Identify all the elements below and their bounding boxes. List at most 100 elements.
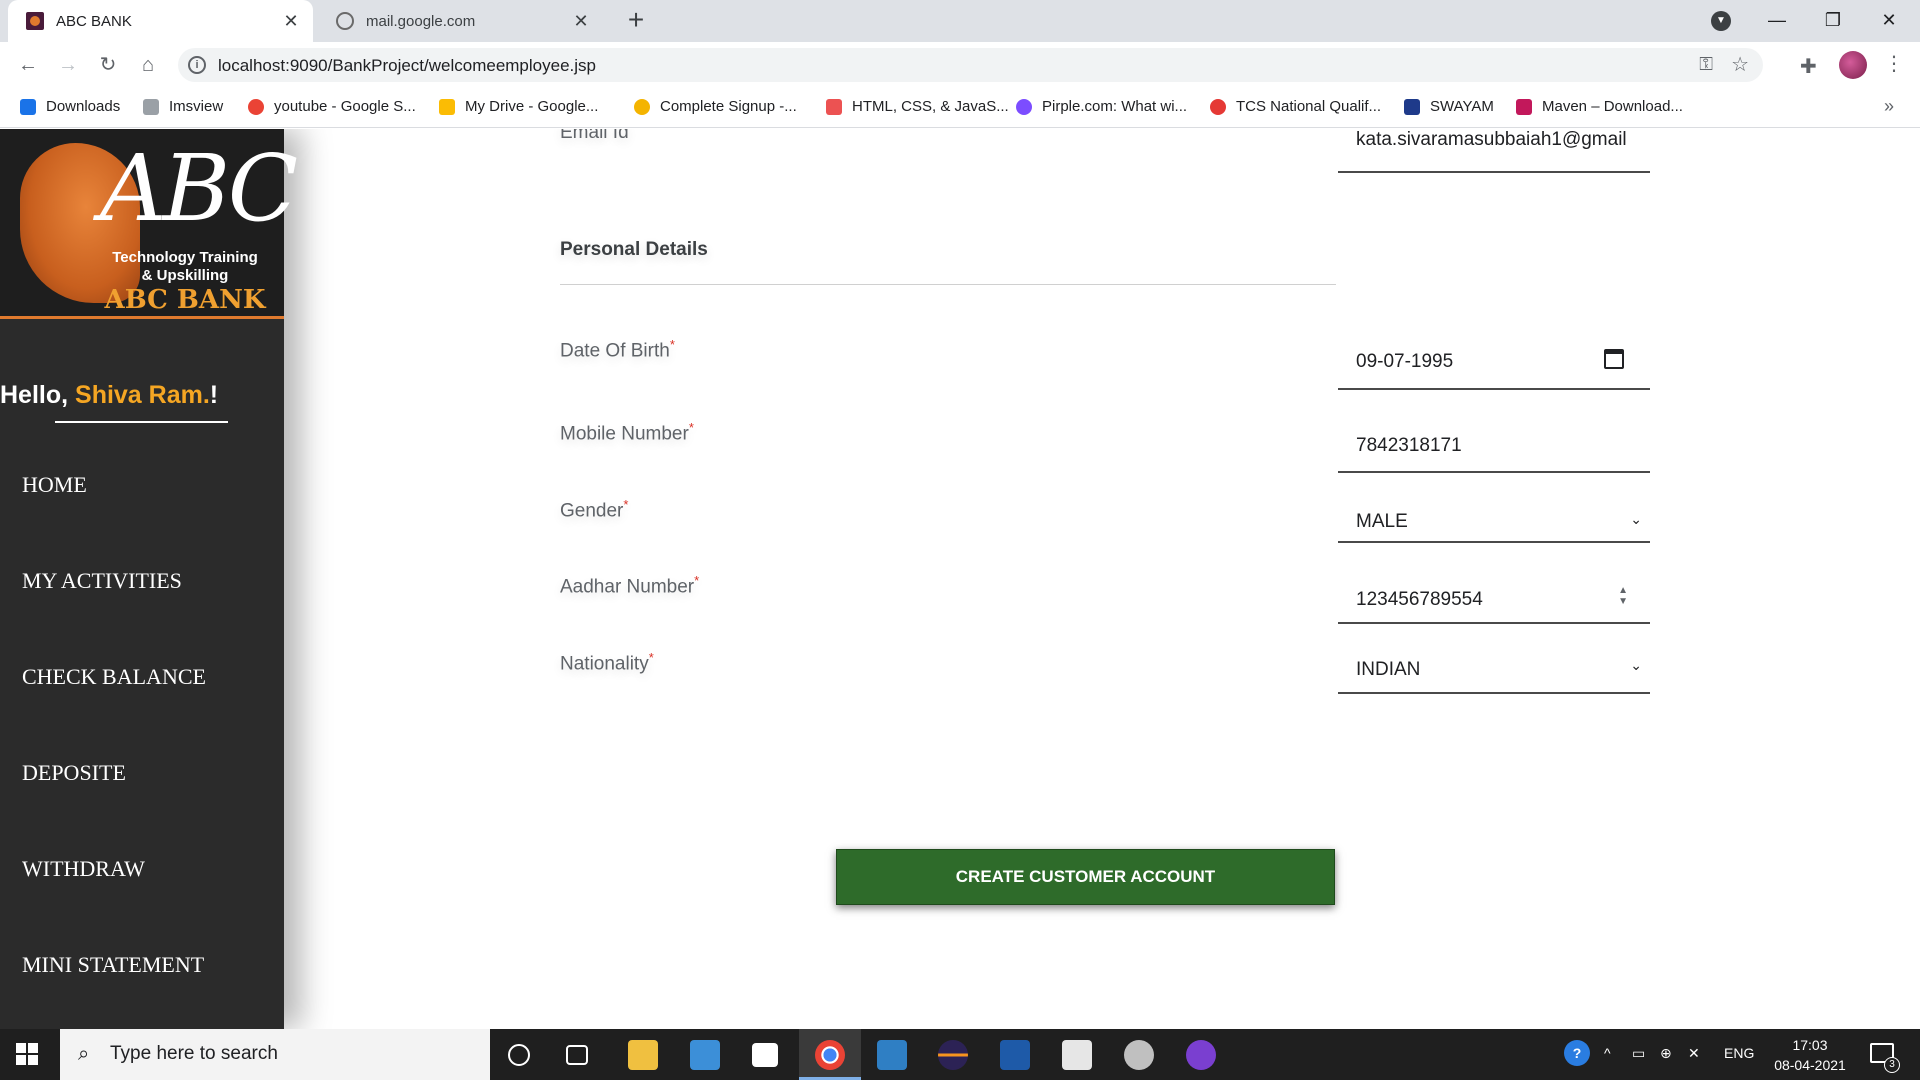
search-placeholder: Type here to search: [110, 1043, 278, 1064]
bookmark-downloads[interactable]: Downloads: [20, 98, 120, 115]
dropbox-icon[interactable]: [752, 1043, 778, 1067]
task-view-icon[interactable]: [566, 1045, 588, 1065]
aadhar-label-text: Aadhar Number: [560, 576, 695, 598]
mail-icon[interactable]: [690, 1040, 720, 1070]
bookmark-maven[interactable]: Maven – Download...: [1516, 98, 1683, 115]
bookmark-label: youtube - Google S...: [274, 98, 416, 115]
abc-bank-logo: ABC Technology Training & Upskilling ABC…: [0, 129, 298, 319]
reload-icon[interactable]: ↻: [92, 49, 124, 81]
tab-gmail[interactable]: mail.google.com ✕: [318, 0, 603, 42]
close-icon[interactable]: ✕: [567, 11, 595, 32]
email-field[interactable]: kata.sivaramasubbaiah1@gmail: [1338, 129, 1650, 173]
taskbar-clock[interactable]: 17:03 08-04-2021: [1760, 1035, 1860, 1075]
windows-taskbar: ⌕ Type here to search ? ^ ▭ ⊕ ✕ ENG 17:0…: [0, 1029, 1920, 1080]
bookmark-label: HTML, CSS, & JavaS...: [852, 98, 1009, 115]
nav-deposite[interactable]: DEPOSITE: [22, 760, 126, 786]
logo-bank-name: ABC BANK: [104, 285, 266, 315]
bookmarks-bar: Downloads Imsview youtube - Google S... …: [0, 88, 1920, 128]
notification-count-badge: 3: [1884, 1057, 1900, 1073]
mobile-input[interactable]: 7842318171: [1338, 419, 1650, 473]
tcs-icon: [1210, 98, 1226, 115]
calendar-icon[interactable]: [1604, 349, 1624, 369]
nav-my-activities[interactable]: MY ACTIVITIES: [22, 568, 182, 594]
required-marker: *: [694, 573, 700, 588]
pirple-icon: [1016, 98, 1032, 115]
back-arrow-icon[interactable]: ←: [12, 49, 44, 81]
gender-label-text: Gender: [560, 500, 624, 522]
greeting-suffix: !: [209, 381, 219, 409]
required-marker: *: [623, 497, 629, 512]
logo-abc-text: ABC: [100, 135, 298, 242]
language-indicator[interactable]: ENG: [1724, 1045, 1754, 1061]
page-viewport: ABC Technology Training & Upskilling ABC…: [0, 129, 1920, 1029]
browser-menu-icon[interactable]: ⋮: [1884, 51, 1904, 76]
nav-withdraw[interactable]: WITHDRAW: [22, 856, 145, 882]
python-file-icon[interactable]: [1062, 1040, 1092, 1070]
nationality-value: INDIAN: [1356, 659, 1421, 680]
bookmark-label: SWAYAM: [1430, 98, 1494, 115]
dob-label-text: Date Of Birth: [560, 340, 670, 362]
close-icon[interactable]: ✕: [277, 11, 305, 32]
bookmark-html-css[interactable]: HTML, CSS, & JavaS...: [826, 98, 1009, 115]
mysql-workbench-icon[interactable]: [1000, 1040, 1030, 1070]
extensions-puzzle-icon[interactable]: ✚: [1800, 54, 1817, 79]
bookmark-star-icon[interactable]: ☆: [1731, 52, 1749, 77]
address-bar[interactable]: i localhost:9090/BankProject/welcomeempl…: [178, 48, 1763, 82]
nav-check-balance[interactable]: CHECK BALANCE: [22, 664, 206, 690]
url-text[interactable]: localhost:9090/BankProject/welcomeemploy…: [218, 56, 596, 76]
nav-home[interactable]: HOME: [22, 472, 87, 498]
logo-tagline: Technology Training & Upskilling: [100, 249, 270, 285]
key-icon[interactable]: ⚿: [1699, 54, 1713, 75]
bookmark-swayam[interactable]: SWAYAM: [1404, 98, 1494, 115]
window-close-button[interactable]: ✕: [1866, 0, 1912, 42]
network-globe-icon[interactable]: ⊕: [1660, 1045, 1672, 1062]
nationality-select[interactable]: INDIAN ⌄: [1338, 645, 1650, 694]
minimize-button[interactable]: —: [1754, 0, 1800, 42]
browser-toolbar: ← → ↻ ⌂ i localhost:9090/BankProject/wel…: [0, 42, 1920, 88]
tab-abc-bank[interactable]: ABC BANK ✕: [8, 0, 313, 42]
clock-time: 17:03: [1792, 1037, 1828, 1053]
nav-mini-statement[interactable]: MINI STATEMENT: [22, 952, 204, 978]
restore-button[interactable]: ❐: [1810, 0, 1856, 42]
bookmark-imsview[interactable]: Imsview: [143, 98, 223, 115]
app-window-icon[interactable]: [877, 1040, 907, 1070]
bookmark-complete-signup[interactable]: Complete Signup -...: [634, 98, 797, 115]
gender-select[interactable]: MALE ⌄: [1338, 491, 1650, 543]
settings-gear-icon[interactable]: [1124, 1040, 1154, 1070]
forward-arrow-icon[interactable]: →: [52, 49, 84, 81]
dob-label: Date Of Birth*: [560, 337, 675, 362]
abc-bank-favicon-icon: [26, 12, 44, 30]
bookmark-my-drive[interactable]: My Drive - Google...: [439, 98, 598, 115]
aadhar-number-input[interactable]: 123456789554 ▲ ▼: [1338, 569, 1650, 624]
download-icon: [20, 98, 36, 115]
taskbar-search-box[interactable]: ⌕ Type here to search: [60, 1029, 490, 1080]
more-bookmarks-icon[interactable]: »: [1884, 96, 1894, 117]
bookmark-pirple[interactable]: Pirple.com: What wi...: [1016, 98, 1187, 115]
dob-date-input[interactable]: 09-07-1995: [1338, 335, 1650, 390]
bookmark-youtube-google[interactable]: youtube - Google S...: [248, 98, 416, 115]
cortana-icon[interactable]: [508, 1044, 530, 1066]
github-desktop-icon[interactable]: [1186, 1040, 1216, 1070]
home-icon[interactable]: ⌂: [132, 49, 164, 81]
maven-icon: [1516, 98, 1532, 115]
tray-chevron-up-icon[interactable]: ^: [1604, 1045, 1611, 1061]
number-spinner-icon[interactable]: ▲ ▼: [1618, 585, 1628, 607]
mobile-value: 7842318171: [1356, 435, 1462, 456]
tab-search-icon[interactable]: ▼: [1711, 11, 1731, 31]
profile-avatar[interactable]: [1839, 51, 1867, 79]
bookmark-tcs[interactable]: TCS National Qualif...: [1210, 98, 1381, 115]
site-info-icon[interactable]: i: [188, 56, 206, 74]
required-marker: *: [648, 650, 654, 665]
windows-start-icon[interactable]: [16, 1043, 38, 1065]
bookmark-label: TCS National Qualif...: [1236, 98, 1382, 115]
help-icon[interactable]: ?: [1564, 1040, 1590, 1066]
required-marker: *: [669, 337, 675, 352]
battery-icon[interactable]: ▭: [1632, 1045, 1645, 1062]
chrome-icon[interactable]: [815, 1040, 845, 1070]
create-customer-account-button[interactable]: CREATE CUSTOMER ACCOUNT: [836, 849, 1335, 905]
grid-icon: [143, 98, 159, 115]
volume-muted-icon[interactable]: ✕: [1688, 1045, 1700, 1062]
eclipse-icon[interactable]: [938, 1040, 968, 1070]
new-tab-button[interactable]: +: [620, 4, 652, 36]
file-explorer-icon[interactable]: [628, 1040, 658, 1070]
